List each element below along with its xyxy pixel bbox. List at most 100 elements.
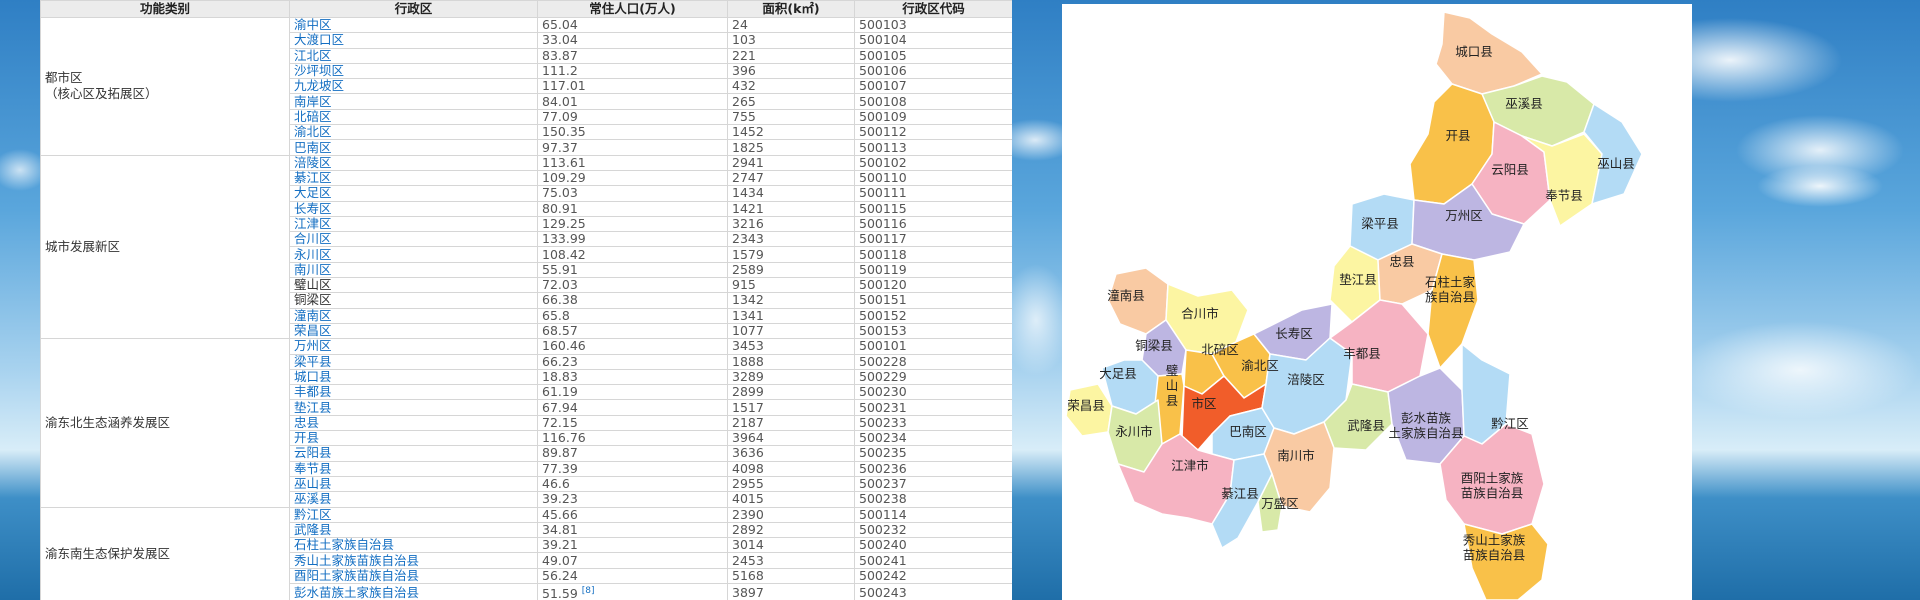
district-link[interactable]: 沙坪坝区 [289, 62, 538, 80]
district-link[interactable]: 武隆县 [289, 521, 538, 539]
area-cell: 3289 [727, 368, 855, 386]
population-cell: 133.99 [537, 231, 728, 248]
population-cell: 72.03 [537, 277, 728, 294]
district-link[interactable]: 九龙坡区 [289, 78, 538, 95]
area-cell: 2589 [727, 261, 855, 279]
code-cell: 500105 [854, 47, 1012, 64]
population-value: 56.24 [542, 568, 578, 583]
district-link[interactable]: 丰都县 [289, 384, 538, 401]
code-cell: 500102 [854, 154, 1012, 171]
district-link[interactable]: 涪陵区 [289, 154, 538, 171]
district-link[interactable]: 渝北区 [289, 124, 538, 141]
district-link[interactable]: 南岸区 [289, 93, 538, 110]
district-link[interactable]: 綦江区 [289, 169, 538, 187]
area-cell: 2390 [727, 506, 855, 523]
population-cell: 77.09 [537, 108, 728, 126]
code-cell: 500151 [854, 292, 1012, 309]
area-cell: 1434 [727, 185, 855, 202]
district-link: 璧山区 [289, 277, 538, 294]
district-link: 铜梁区 [289, 292, 538, 309]
district-link[interactable]: 万州区 [289, 338, 538, 355]
population-value: 34.81 [542, 522, 578, 537]
map-label: 铜梁县 [1135, 338, 1173, 353]
code-cell: 500235 [854, 445, 1012, 462]
district-link[interactable]: 永川区 [289, 246, 538, 263]
code-cell: 500234 [854, 430, 1012, 447]
population-value: 160.46 [542, 338, 586, 354]
area-cell: 2747 [727, 169, 855, 187]
population-cell: 39.23 [537, 491, 728, 508]
district-link[interactable]: 长寿区 [289, 200, 538, 217]
population-cell: 65.04 [537, 16, 728, 34]
district-link[interactable]: 城口县 [289, 368, 538, 386]
header-category: 功能类别 [40, 0, 290, 18]
code-cell: 500111 [854, 185, 1012, 202]
district-link[interactable]: 忠县 [289, 414, 538, 432]
map-label: 长寿区 [1275, 326, 1313, 341]
district-link[interactable]: 荣昌区 [289, 322, 538, 340]
area-cell: 4015 [727, 491, 855, 508]
population-cell: 129.25 [537, 215, 728, 233]
map-label: 永川市 [1115, 424, 1153, 439]
map-label: 武隆县 [1347, 418, 1385, 433]
code-cell: 500228 [854, 353, 1012, 370]
chongqing-map: 城口县巫溪县开县云阳县 巫山县奉节县梁平县 万州区垫江县忠县石柱土家族自治县 潼南县合… [1065, 11, 1643, 600]
map-label: 巫山县 [1597, 156, 1635, 171]
district-link[interactable]: 云阳县 [289, 445, 538, 462]
category-cell: 渝东北生态涵养发展区 [40, 338, 290, 508]
table-row: 渝东南生态保护发展区 黔江区 45.66 2390 500114 [40, 506, 1012, 600]
district-link[interactable]: 大足区 [289, 185, 538, 202]
district-link[interactable]: 彭水苗族土家族自治县 [289, 582, 538, 600]
area-cell: 3453 [727, 338, 855, 355]
district-link[interactable]: 黔江区 [289, 506, 538, 523]
population-cell: 33.04 [537, 32, 728, 49]
table-header-row: 功能类别 行政区 常住人口(万人) 面积(k㎡) 行政区代码 [40, 0, 1012, 18]
population-cell: 72.15 [537, 414, 728, 432]
district-link[interactable]: 石柱土家族自治县 [289, 537, 538, 554]
district-link[interactable]: 江北区 [289, 47, 538, 64]
population-value: 117.01 [542, 78, 586, 94]
district-link[interactable]: 开县 [289, 430, 538, 447]
district-link[interactable]: 酉阳土家族苗族自治县 [289, 567, 538, 584]
population-cell: 89.87 [537, 445, 728, 462]
district-link[interactable]: 潼南区 [289, 307, 538, 324]
population-cell: 34.81 [537, 521, 728, 539]
population-cell: 49.07 [537, 552, 728, 569]
map-label: 忠县 [1389, 254, 1414, 269]
area-cell: 1077 [727, 322, 855, 340]
district-link[interactable]: 渝中区 [289, 16, 538, 34]
header-population: 常住人口(万人) [537, 0, 728, 18]
map-label: 奉节县 [1545, 188, 1583, 203]
district-link[interactable]: 大渡口区 [289, 32, 538, 49]
population-value: 113.61 [542, 155, 586, 170]
district-link[interactable]: 合川区 [289, 231, 538, 248]
district-link[interactable]: 巫山县 [289, 475, 538, 493]
district-link[interactable]: 南川区 [289, 261, 538, 279]
district-link[interactable]: 巫溪县 [289, 491, 538, 508]
population-value: 18.83 [542, 369, 578, 384]
code-cell: 500231 [854, 399, 1012, 416]
area-cell: 755 [727, 108, 855, 126]
reference-link[interactable]: [8] [582, 586, 595, 596]
district-link[interactable]: 垫江县 [289, 399, 538, 416]
district-link[interactable]: 梁平县 [289, 353, 538, 370]
population-value: 111.2 [542, 63, 578, 79]
population-value: 45.66 [542, 507, 578, 522]
population-cell: 18.83 [537, 368, 728, 386]
code-cell: 500115 [854, 200, 1012, 217]
district-link[interactable]: 奉节县 [289, 460, 538, 477]
district-link[interactable]: 巴南区 [289, 139, 538, 156]
population-cell: 61.19 [537, 384, 728, 401]
district-link[interactable]: 秀山土家族苗族自治县 [289, 552, 538, 569]
map-label: 大足县 [1099, 366, 1137, 381]
district-table: 功能类别 行政区 常住人口(万人) 面积(k㎡) 行政区代码 都市区 （核心区及… [40, 0, 1012, 600]
district-link[interactable]: 江津区 [289, 215, 538, 233]
area-cell: 3964 [727, 430, 855, 447]
code-cell: 500101 [854, 338, 1012, 355]
population-cell: 111.2 [537, 62, 728, 80]
population-cell: 77.39 [537, 460, 728, 477]
district-link[interactable]: 北碚区 [289, 108, 538, 126]
population-cell: 83.87 [537, 47, 728, 64]
area-cell: 432 [727, 78, 855, 95]
population-value: 133.99 [542, 231, 586, 247]
